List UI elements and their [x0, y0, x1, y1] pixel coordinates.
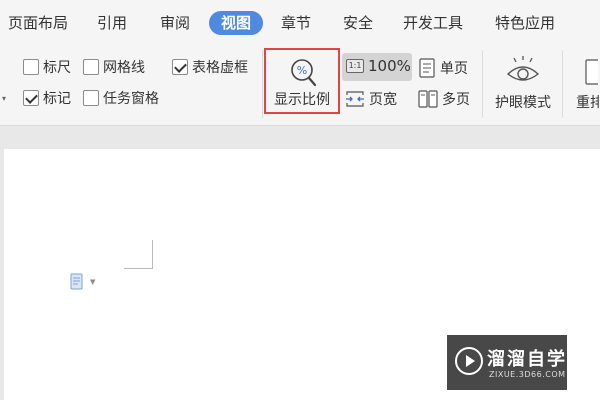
dropdown-arrow-icon[interactable]: ▾ [2, 94, 6, 103]
ribbon-divider [482, 50, 483, 118]
watermark-site: ZIXUE.3D66.COM [489, 370, 566, 379]
one-to-one-icon: 1:1 [346, 59, 364, 73]
tab-security[interactable]: 安全 [343, 11, 373, 35]
play-icon [455, 347, 483, 375]
watermark-logo: 溜溜自学 ZIXUE.3D66.COM [447, 335, 567, 390]
rearrange-icon [585, 59, 598, 85]
checkbox-label: 表格虚框 [192, 60, 248, 76]
paste-options-icon [70, 273, 83, 290]
eye-care-mode-label: 护眼模式 [495, 95, 551, 111]
page-width-button[interactable]: 页宽 [345, 87, 397, 111]
checkbox-box-checked [23, 90, 39, 106]
checkbox-box [83, 90, 99, 106]
chevron-down-icon: ▼ [90, 278, 96, 286]
page-width-icon [346, 91, 364, 107]
single-page-icon [419, 58, 435, 78]
tab-developer[interactable]: 开发工具 [403, 11, 463, 35]
checkbox-box [83, 59, 99, 75]
multi-page-button[interactable]: 多页 [418, 87, 470, 111]
eye-care-mode-button[interactable]: 护眼模式 [490, 52, 556, 116]
rearrange-button[interactable]: 重排 [570, 52, 600, 116]
zoom-100-button[interactable]: 1:1 100% [342, 53, 412, 81]
margin-corner-mark [124, 240, 153, 269]
paste-options-button[interactable]: ▼ [70, 273, 95, 291]
checkbox-task-pane[interactable]: 任务窗格 [83, 87, 159, 109]
zoom-100-label: 100% [368, 57, 411, 75]
checkbox-label: 标尺 [43, 60, 71, 76]
page-width-label: 页宽 [369, 92, 397, 108]
zoom-ratio-label: 显示比例 [274, 92, 330, 108]
zoom-ratio-button[interactable]: % 显示比例 [264, 48, 340, 114]
checkbox-box-checked [172, 59, 188, 75]
checkbox-label: 网格线 [103, 60, 145, 76]
single-page-label: 单页 [440, 61, 468, 77]
eye-icon [506, 56, 540, 81]
checkbox-box [23, 59, 39, 75]
checkbox-ruler[interactable]: 标尺 [23, 56, 71, 78]
tab-view[interactable]: 视图 [209, 11, 264, 35]
tab-page-layout[interactable]: 页面布局 [8, 11, 68, 35]
menu-tab-bar: 页面布局 引用 审阅 视图 章节 安全 开发工具 特色应用 [0, 0, 600, 46]
checkbox-label: 标记 [43, 91, 71, 107]
checkbox-label: 任务窗格 [103, 91, 159, 107]
tab-section[interactable]: 章节 [281, 11, 311, 35]
watermark-brand: 溜溜自学 [487, 349, 567, 370]
checkbox-gridlines[interactable]: 网格线 [83, 56, 145, 78]
rearrange-label: 重排 [576, 95, 600, 111]
tab-review[interactable]: 审阅 [160, 11, 190, 35]
tab-features[interactable]: 特色应用 [495, 11, 555, 35]
multi-page-label: 多页 [442, 92, 470, 108]
checkbox-table-gridlines[interactable]: 表格虚框 [172, 56, 248, 78]
zoom-percent-icon: % [291, 59, 317, 87]
ribbon-divider [262, 50, 263, 118]
ribbon-divider [562, 50, 563, 118]
checkbox-marks[interactable]: 标记 [23, 87, 71, 109]
single-page-button[interactable]: 单页 [418, 56, 468, 80]
tab-references[interactable]: 引用 [97, 11, 127, 35]
multi-page-icon [418, 90, 438, 108]
svg-text:%: % [297, 64, 307, 77]
